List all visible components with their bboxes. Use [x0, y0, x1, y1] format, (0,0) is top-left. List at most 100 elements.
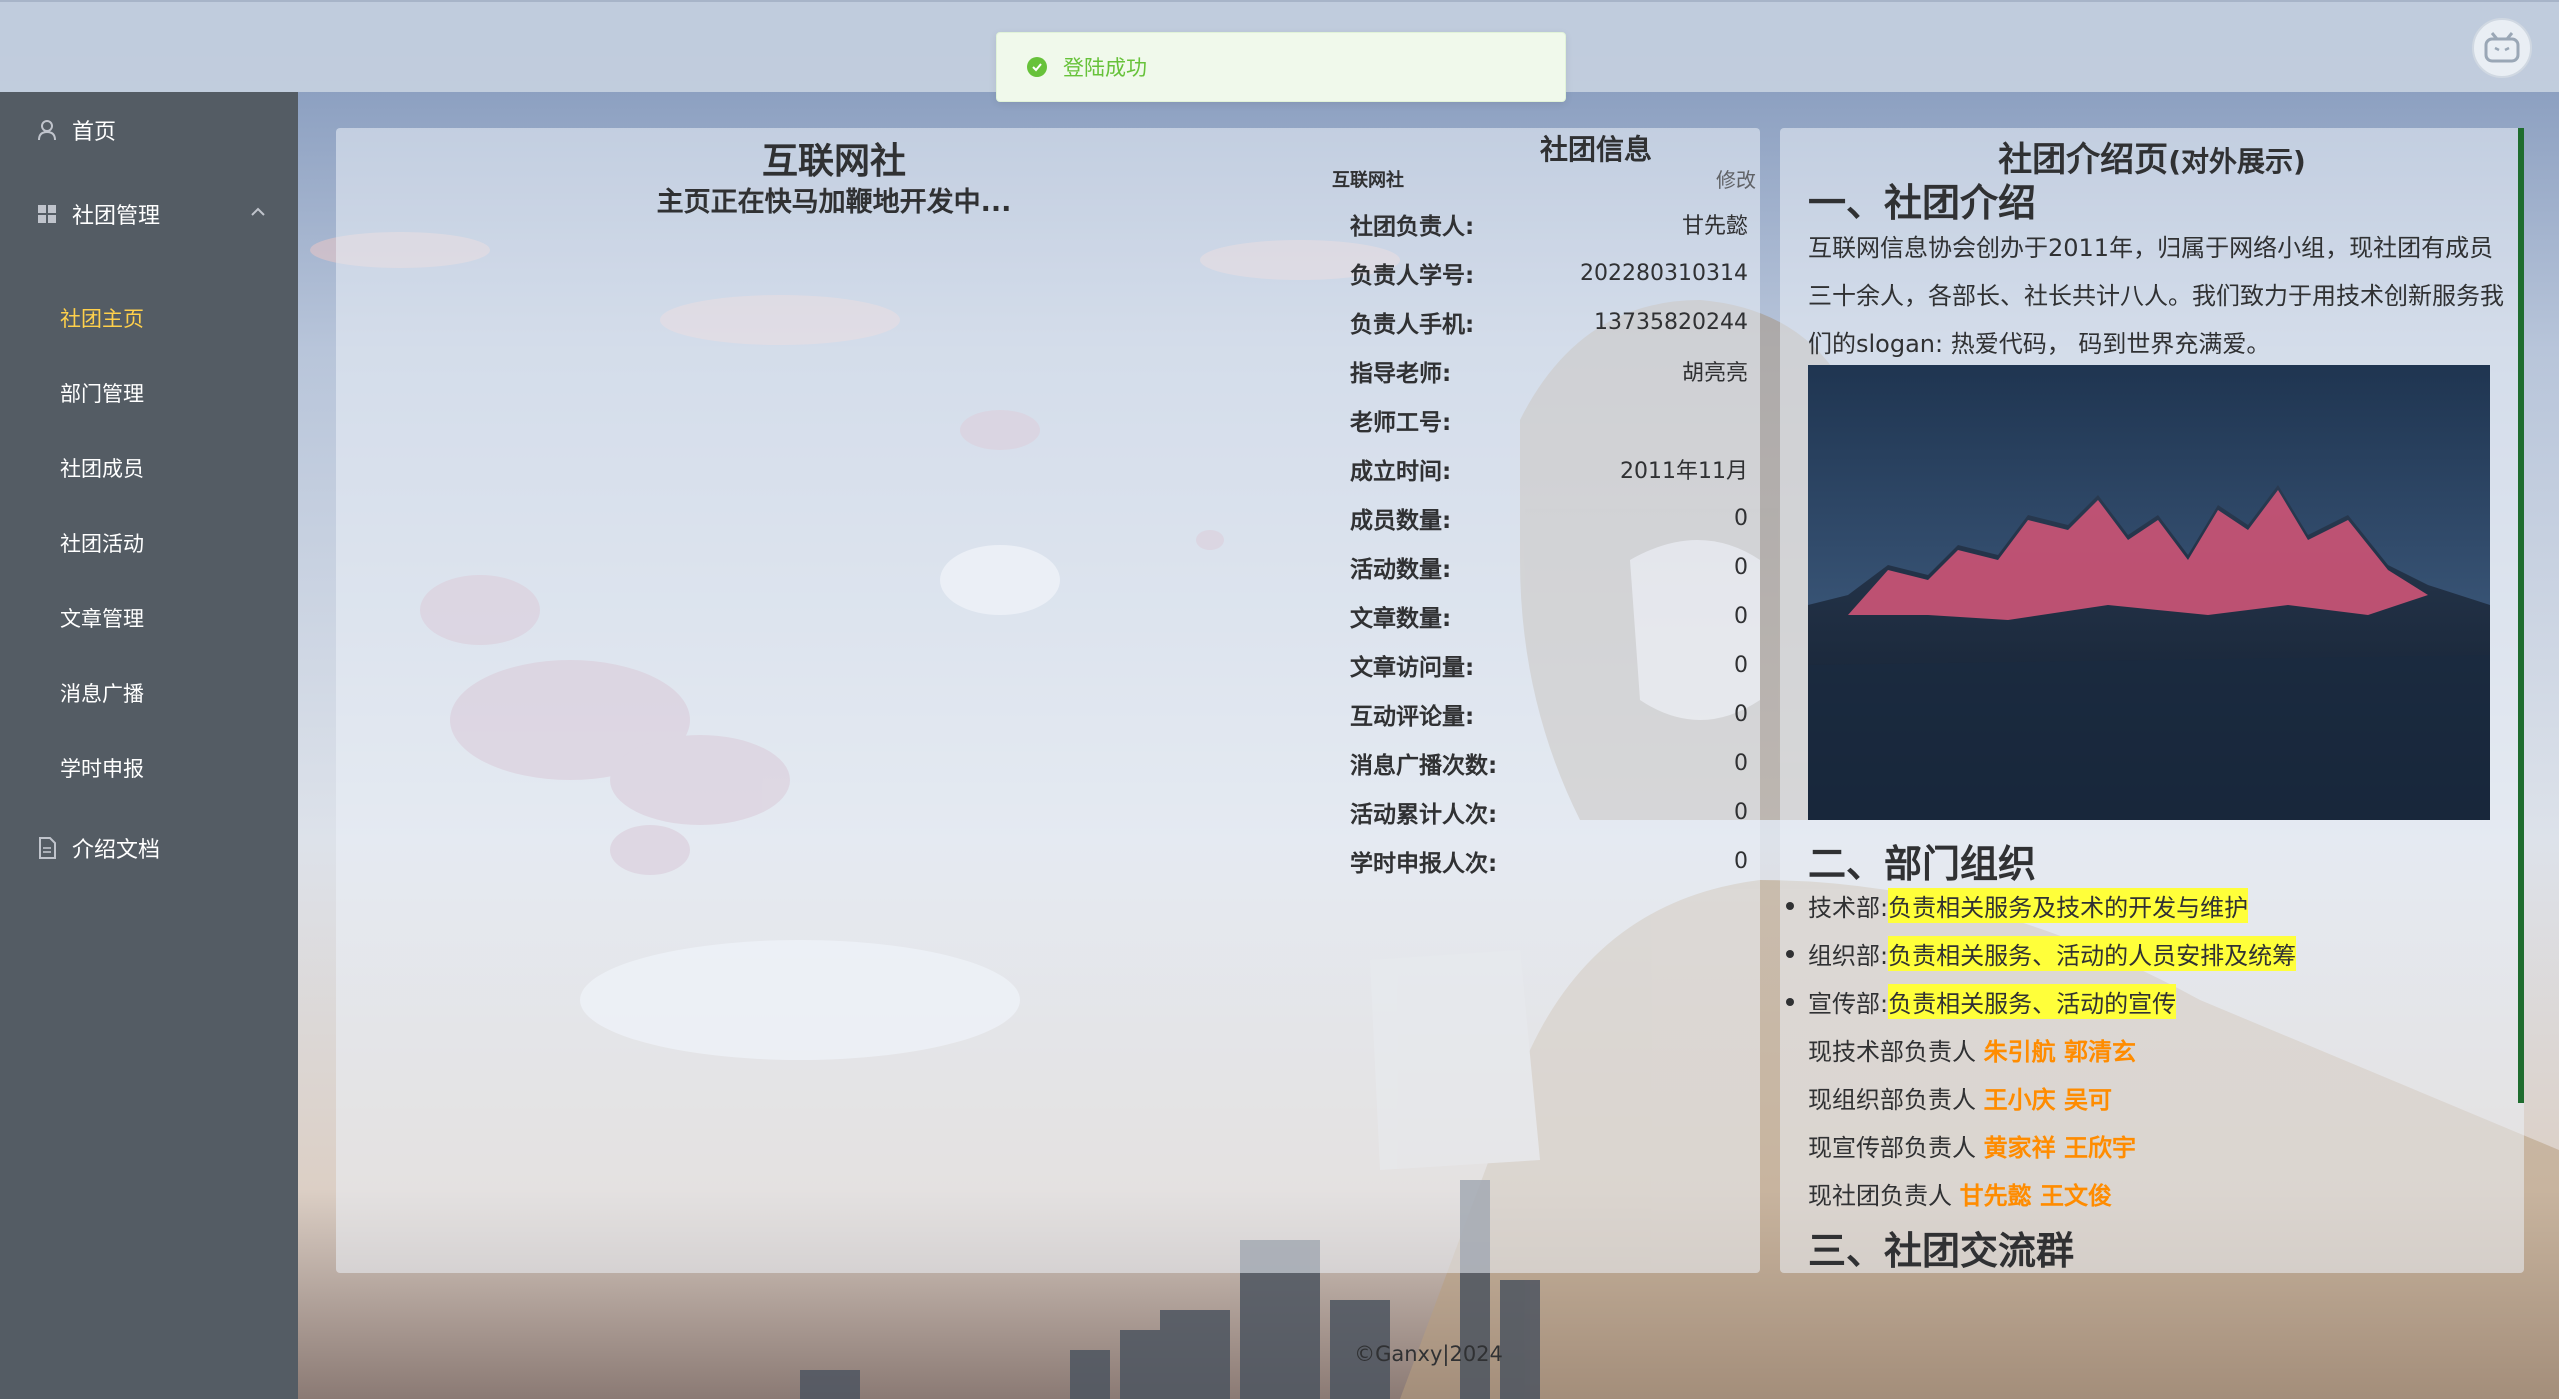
side-menu: 首页 社团管理 社团主页 部门管理 社团成员 社团活动 文章管理 消息广播 学时… [0, 92, 298, 1399]
dept-name: 组织部: [1808, 942, 1889, 970]
mountain-photo [1808, 365, 2490, 820]
intro-title-suffix: (对外展示) [2168, 145, 2306, 178]
info-row: 社团负责人: 甘先懿 [1350, 204, 1748, 244]
copyright-text: ©Ganxy|2024 [1354, 1342, 1503, 1366]
info-key: 社团负责人: [1350, 214, 1475, 240]
intro-paragraph: 互联网信息协会创办于2011年，归属于网络小组，现社团有成员三十余人，各部长、社… [1808, 234, 2504, 358]
sidebar-sub-members[interactable]: 社团成员 [0, 438, 298, 498]
chevron-up-icon [251, 207, 265, 216]
dept-item: 组织部: 负责相关服务、活动的人员安排及统筹 [1786, 936, 2297, 971]
toast-message: 登陆成功 [1063, 56, 1147, 80]
bullet-dot [1786, 997, 1794, 1006]
info-value: 0 [1734, 554, 1748, 580]
dept-item: 宣传部: 负责相关服务、活动的宣传 [1786, 984, 2177, 1019]
info-value: 胡亮亮 [1681, 361, 1748, 386]
info-row: 文章访问量: 0 [1350, 645, 1748, 685]
section-heading-dept: 二、部门组织 [1808, 842, 2037, 886]
info-row: 文章数量: 0 [1350, 596, 1748, 636]
dept-lead: 现组织部负责人 王小庆 吴可 [1808, 1080, 2112, 1115]
info-row: 指导老师: 胡亮亮 [1350, 351, 1748, 391]
dept-name: 宣传部: [1808, 990, 1889, 1018]
sidebar-sub-broadcast[interactable]: 消息广播 [0, 663, 298, 723]
avatar-mascot-icon [2484, 32, 2520, 63]
lead-names: 朱引航 郭清玄 [1983, 1038, 2136, 1066]
club-home-panel: 互联网社 主页正在快马加鞭地开发中... 社团信息 互联网社 修改 社团负责人:… [336, 128, 1760, 1273]
info-value: 0 [1734, 848, 1748, 874]
info-value: 0 [1734, 701, 1748, 727]
info-row: 互动评论量: 0 [1350, 694, 1748, 734]
scrollbar-thumb[interactable] [2518, 128, 2524, 1103]
sidebar-sub-label: 文章管理 [60, 607, 144, 631]
edit-link[interactable]: 修改 [1716, 164, 1756, 193]
sidebar-sub-activities[interactable]: 社团活动 [0, 513, 298, 573]
sidebar-item-club-manage[interactable]: 社团管理 [0, 184, 298, 244]
club-intro-panel: 社团介绍页(对外展示) 一、社团介绍 互联网信息协会创办于2011年，归属于网络… [1780, 128, 2524, 1273]
section-heading-intro: 一、社团介绍 [1808, 181, 2037, 225]
success-toast: 登陆成功 [996, 32, 1566, 102]
dept-desc: 负责相关服务及技术的开发与维护 [1888, 888, 2249, 923]
check-circle-icon [1027, 57, 1047, 77]
dept-lead: 现技术部负责人 朱引航 郭清玄 [1808, 1032, 2136, 1067]
user-avatar[interactable] [2472, 18, 2532, 78]
info-key: 文章数量: [1350, 606, 1452, 632]
info-key: 负责人学号: [1350, 263, 1475, 289]
info-key: 负责人手机: [1350, 312, 1475, 338]
footer: ©Ganxy|2024 [298, 1306, 2559, 1399]
document-icon [36, 837, 58, 859]
info-row: 成员数量: 0 [1350, 498, 1748, 538]
info-value: 0 [1734, 652, 1748, 678]
dept-item: 技术部: 负责相关服务及技术的开发与维护 [1786, 888, 2249, 923]
dept-desc: 负责相关服务、活动的宣传 [1888, 984, 2177, 1019]
club-info-name: 互联网社 [1332, 170, 1404, 191]
sidebar-sub-hours-report[interactable]: 学时申报 [0, 738, 298, 798]
club-name-title: 互联网社 [761, 141, 906, 182]
sidebar-sub-club-home[interactable]: 社团主页 [0, 288, 298, 348]
sidebar-sub-label: 社团活动 [60, 532, 144, 556]
info-row: 活动累计人次: 0 [1350, 792, 1748, 832]
sidebar-item-label: 介绍文档 [72, 838, 161, 863]
info-value: 0 [1734, 799, 1748, 825]
bullet-dot [1786, 901, 1794, 910]
info-row: 活动数量: 0 [1350, 547, 1748, 587]
dept-desc: 负责相关服务、活动的人员安排及统筹 [1888, 936, 2297, 971]
lead-names: 王小庆 吴可 [1983, 1086, 2112, 1114]
sidebar-sub-label: 部门管理 [60, 382, 144, 406]
info-value: 13735820244 [1594, 309, 1748, 335]
dept-name: 技术部: [1808, 894, 1889, 922]
info-key: 成员数量: [1350, 508, 1452, 534]
info-value: 甘先懿 [1681, 214, 1748, 239]
sidebar-item-home[interactable]: 首页 [0, 100, 298, 160]
info-value: 0 [1734, 505, 1748, 531]
info-value: 0 [1734, 750, 1748, 776]
lead-label: 现宣传部负责人 [1808, 1134, 1976, 1162]
info-value: 2011年11月 [1620, 459, 1748, 484]
sidebar-sub-label: 消息广播 [60, 682, 144, 706]
sidebar-item-label: 首页 [72, 120, 117, 145]
info-key: 活动累计人次: [1350, 802, 1498, 828]
sidebar-item-docs[interactable]: 介绍文档 [0, 818, 298, 878]
info-key: 学时申报人次: [1350, 851, 1498, 877]
sidebar-item-label: 社团管理 [72, 204, 161, 229]
info-key: 指导老师: [1350, 361, 1452, 387]
sidebar-sub-label: 学时申报 [60, 757, 144, 781]
section-heading-group: 三、社团交流群 [1808, 1229, 2075, 1273]
info-key: 消息广播次数: [1350, 753, 1498, 779]
sidebar-sub-label: 社团主页 [60, 307, 144, 331]
sidebar-sub-label: 社团成员 [60, 457, 144, 481]
info-row: 负责人学号: 202280310314 [1350, 253, 1748, 293]
info-row: 学时申报人次: 0 [1350, 841, 1748, 881]
sidebar-sub-dept-manage[interactable]: 部门管理 [0, 363, 298, 423]
dept-lead: 现宣传部负责人 黄家祥 王欣宇 [1808, 1128, 2136, 1163]
lead-label: 现组织部负责人 [1808, 1086, 1976, 1114]
sidebar-sub-articles[interactable]: 文章管理 [0, 588, 298, 648]
info-key: 活动数量: [1350, 557, 1452, 583]
info-row: 老师工号: [1350, 400, 1748, 440]
info-row: 消息广播次数: 0 [1350, 743, 1748, 783]
info-row: 成立时间: 2011年11月 [1350, 449, 1748, 489]
info-row: 负责人手机: 13735820244 [1350, 302, 1748, 342]
lead-names: 黄家祥 王欣宇 [1983, 1134, 2136, 1162]
info-key: 成立时间: [1350, 459, 1452, 485]
grid-icon [36, 203, 58, 225]
dev-note: 主页正在快马加鞭地开发中... [656, 187, 1012, 218]
lead-label: 现社团负责人 [1808, 1182, 1952, 1210]
